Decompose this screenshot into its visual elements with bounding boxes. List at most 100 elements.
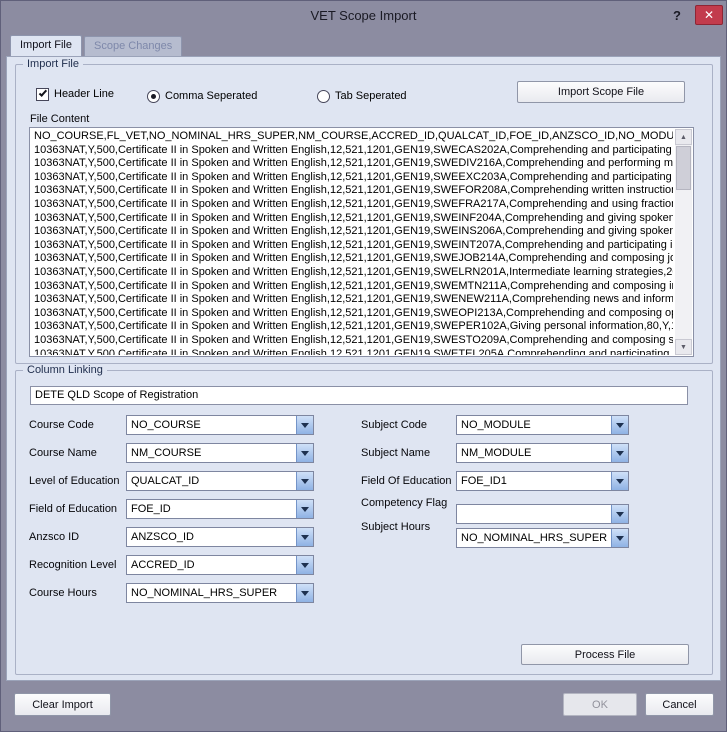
combo-subject-code[interactable]: NO_MODULE — [456, 415, 629, 435]
file-line: 10363NAT,Y,500,Certificate II in Spoken … — [34, 212, 673, 226]
combo-subject-code-value: NO_MODULE — [461, 416, 608, 434]
file-line: 10363NAT,Y,500,Certificate II in Spoken … — [34, 280, 673, 294]
combo-competency-flag[interactable] — [456, 504, 629, 524]
label-course-hours: Course Hours — [29, 583, 97, 603]
header-line-label: Header Line — [54, 88, 114, 100]
combo-subject-name-value: NM_MODULE — [461, 444, 608, 462]
combo-course-code[interactable]: NO_COURSE — [126, 415, 314, 435]
dropdown-button[interactable] — [296, 584, 313, 602]
tab-separated-radio[interactable]: Tab Seperated — [317, 88, 407, 104]
dropdown-button[interactable] — [611, 472, 628, 490]
radio-icon — [147, 90, 160, 103]
scope-name-field[interactable]: DETE QLD Scope of Registration — [30, 386, 688, 405]
combo-anzsco-id[interactable]: ANZSCO_ID — [126, 527, 314, 547]
tabstrip: Import File Scope Changes — [6, 35, 721, 56]
file-content-textarea[interactable]: NO_COURSE,FL_VET,NO_NOMINAL_HRS_SUPER,NM… — [29, 127, 694, 357]
dropdown-button[interactable] — [296, 472, 313, 490]
combo-field-of-education-right[interactable]: FOE_ID1 — [456, 471, 629, 491]
window-title: VET Scope Import — [1, 8, 726, 23]
dropdown-button[interactable] — [296, 416, 313, 434]
dropdown-button[interactable] — [296, 556, 313, 574]
file-content-lines: NO_COURSE,FL_VET,NO_NOMINAL_HRS_SUPER,NM… — [34, 130, 673, 355]
scroll-up-icon[interactable]: ▲ — [675, 129, 692, 145]
checkbox-icon — [36, 88, 49, 101]
titlebar: VET Scope Import ? ✕ — [1, 1, 726, 31]
file-line: 10363NAT,Y,500,Certificate II in Spoken … — [34, 252, 673, 266]
combo-field-of-education-right-value: FOE_ID1 — [461, 472, 608, 490]
chevron-down-icon — [616, 451, 624, 456]
label-competency-flag: Competency Flag — [361, 496, 447, 510]
comma-separated-radio[interactable]: Comma Seperated — [147, 88, 257, 104]
file-line: 10363NAT,Y,500,Certificate II in Spoken … — [34, 239, 673, 253]
file-content-label: File Content — [30, 112, 89, 126]
process-file-button[interactable]: Process File — [521, 644, 689, 665]
close-button[interactable]: ✕ — [695, 5, 723, 25]
chevron-down-icon — [301, 423, 309, 428]
file-line: 10363NAT,Y,500,Certificate II in Spoken … — [34, 184, 673, 198]
import-scope-file-button[interactable]: Import Scope File — [517, 81, 685, 103]
dropdown-button[interactable] — [611, 444, 628, 462]
chevron-down-icon — [301, 451, 309, 456]
scroll-down-icon[interactable]: ▼ — [675, 339, 692, 355]
chevron-down-icon — [616, 479, 624, 484]
import-file-group: Import File Header Line Comma Seperated … — [15, 64, 713, 364]
chevron-down-icon — [301, 479, 309, 484]
vet-scope-import-dialog: VET Scope Import ? ✕ Import File Scope C… — [0, 0, 727, 732]
file-line: 10363NAT,Y,500,Certificate II in Spoken … — [34, 225, 673, 239]
combo-level-of-education[interactable]: QUALCAT_ID — [126, 471, 314, 491]
file-line: NO_COURSE,FL_VET,NO_NOMINAL_HRS_SUPER,NM… — [34, 130, 673, 144]
dropdown-button[interactable] — [611, 529, 628, 547]
radio-dot-icon — [151, 94, 156, 99]
label-field-of-education-right: Field Of Education — [361, 471, 452, 491]
check-icon — [38, 88, 46, 97]
file-line: 10363NAT,Y,500,Certificate II in Spoken … — [34, 334, 673, 348]
label-subject-code: Subject Code — [361, 415, 427, 435]
header-line-checkbox[interactable]: Header Line — [36, 86, 114, 102]
combo-course-code-value: NO_COURSE — [131, 416, 293, 434]
dropdown-button[interactable] — [296, 528, 313, 546]
file-line: 10363NAT,Y,500,Certificate II in Spoken … — [34, 320, 673, 334]
file-line: 10363NAT,Y,500,Certificate II in Spoken … — [34, 348, 673, 356]
label-course-code: Course Code — [29, 415, 94, 435]
label-recognition-level: Recognition Level — [29, 555, 116, 575]
combo-field-of-education[interactable]: FOE_ID — [126, 499, 314, 519]
clear-import-button[interactable]: Clear Import — [14, 693, 111, 716]
ok-button[interactable]: OK — [563, 693, 637, 716]
tab-import-file[interactable]: Import File — [10, 35, 82, 56]
dropdown-button[interactable] — [611, 505, 628, 523]
file-line: 10363NAT,Y,500,Certificate II in Spoken … — [34, 171, 673, 185]
combo-subject-name[interactable]: NM_MODULE — [456, 443, 629, 463]
label-field-of-education: Field of Education — [29, 499, 117, 519]
dropdown-button[interactable] — [296, 444, 313, 462]
label-course-name: Course Name — [29, 443, 97, 463]
vertical-scrollbar[interactable]: ▲ ▼ — [675, 129, 692, 355]
combo-recognition-level[interactable]: ACCRED_ID — [126, 555, 314, 575]
label-level-of-education: Level of Education — [29, 471, 120, 491]
file-line: 10363NAT,Y,500,Certificate II in Spoken … — [34, 157, 673, 171]
file-line: 10363NAT,Y,500,Certificate II in Spoken … — [34, 198, 673, 212]
tab-scope-changes[interactable]: Scope Changes — [84, 36, 182, 56]
combo-recognition-level-value: ACCRED_ID — [131, 556, 293, 574]
help-button[interactable]: ? — [668, 6, 686, 25]
label-anzsco-id: Anzsco ID — [29, 527, 79, 547]
cancel-button[interactable]: Cancel — [645, 693, 714, 716]
combo-level-of-education-value: QUALCAT_ID — [131, 472, 293, 490]
chevron-down-icon — [301, 591, 309, 596]
combo-subject-hours-value: NO_NOMINAL_HRS_SUPER1 — [461, 529, 608, 547]
chevron-down-icon — [616, 512, 624, 517]
import-file-group-label: Import File — [23, 58, 83, 71]
chevron-down-icon — [301, 563, 309, 568]
dropdown-button[interactable] — [611, 416, 628, 434]
combo-course-hours[interactable]: NO_NOMINAL_HRS_SUPER — [126, 583, 314, 603]
combo-course-hours-value: NO_NOMINAL_HRS_SUPER — [131, 584, 293, 602]
label-subject-name: Subject Name — [361, 443, 430, 463]
combo-course-name[interactable]: NM_COURSE — [126, 443, 314, 463]
label-subject-hours: Subject Hours — [361, 520, 430, 534]
tab-panel-import-file: Import File Header Line Comma Seperated … — [6, 56, 721, 681]
combo-course-name-value: NM_COURSE — [131, 444, 293, 462]
combo-subject-hours[interactable]: NO_NOMINAL_HRS_SUPER1 — [456, 528, 629, 548]
file-line: 10363NAT,Y,500,Certificate II in Spoken … — [34, 307, 673, 321]
tab-separated-label: Tab Seperated — [335, 90, 407, 102]
scrollbar-thumb[interactable] — [676, 146, 691, 190]
dropdown-button[interactable] — [296, 500, 313, 518]
